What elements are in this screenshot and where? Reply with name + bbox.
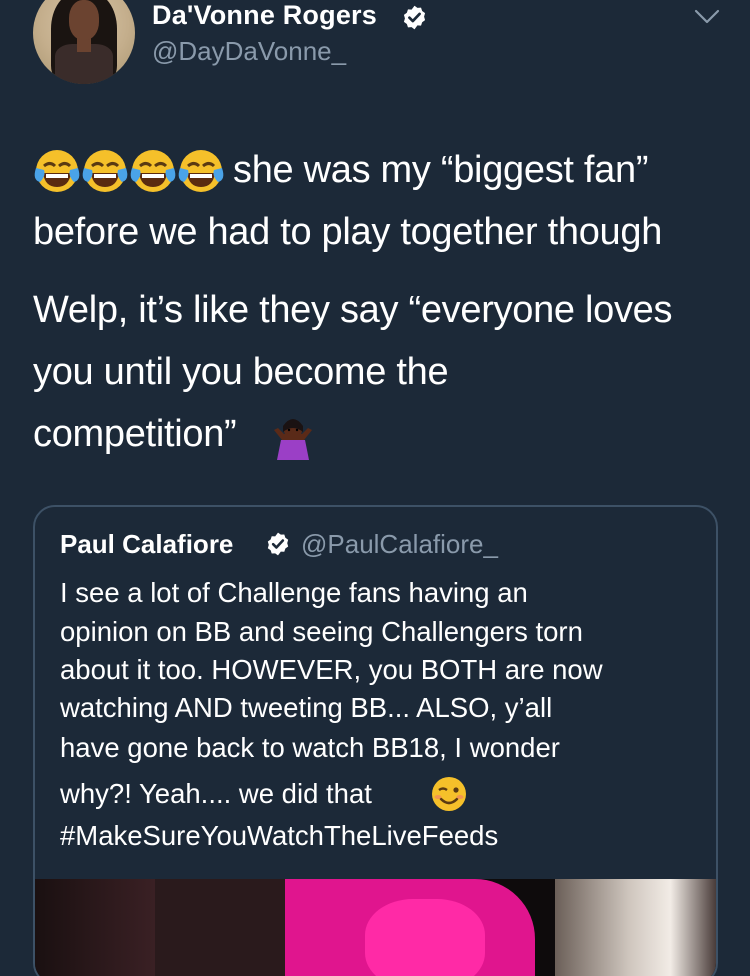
person-shrugging-icon — [274, 419, 312, 460]
author-name[interactable]: Da'Vonne Rogers — [152, 0, 377, 31]
face-with-tears-of-joy-icon — [34, 150, 80, 192]
verified-badge-icon — [267, 532, 289, 556]
quoted-text-line: opinion on BB and seeing Challengers tor… — [60, 616, 583, 647]
quoted-text-line: about it too. HOWEVER, you BOTH are now — [60, 654, 603, 685]
face-with-tears-of-joy-icon — [178, 150, 224, 192]
winking-face-icon — [432, 777, 466, 811]
chevron-down-icon[interactable] — [694, 8, 720, 26]
quoted-tweet[interactable]: Paul Calafiore @PaulCalafiore_ I see a l… — [33, 505, 718, 976]
tweet-text-line: competition” — [33, 413, 237, 455]
hashtag-link[interactable]: #MakeSureYouWatchTheLiveFeeds — [60, 817, 498, 855]
quoted-text-line: I see a lot of Challenge fans having an — [60, 577, 528, 608]
tweet-text-line: Welp, it’s like they say “everyone loves — [33, 289, 673, 331]
quoted-text-line: watching AND tweeting BB... ALSO, y’all — [60, 692, 553, 723]
quoted-text-line: why?! Yeah.... we did that — [60, 778, 372, 809]
face-with-tears-of-joy-icon — [82, 150, 128, 192]
emoji-group — [32, 146, 224, 196]
tweet-text-line: before we had to play together though — [33, 211, 663, 253]
quoted-media-image[interactable] — [35, 879, 716, 976]
verified-badge-icon — [403, 5, 426, 30]
face-with-tears-of-joy-icon — [130, 150, 176, 192]
tweet-detail: Da'Vonne Rogers @DayDaVonne_ she was my … — [0, 0, 750, 976]
tweet-text-line: you until you become the — [33, 351, 449, 393]
quoted-author-name: Paul Calafiore — [60, 529, 234, 559]
author-avatar[interactable] — [33, 0, 135, 84]
quoted-text-line: have gone back to watch BB18, I wonder — [60, 732, 560, 763]
tweet-text-line: she was my “biggest fan” — [233, 149, 649, 191]
quoted-author-handle: @PaulCalafiore_ — [301, 529, 498, 559]
author-handle[interactable]: @DayDaVonne_ — [152, 36, 346, 67]
